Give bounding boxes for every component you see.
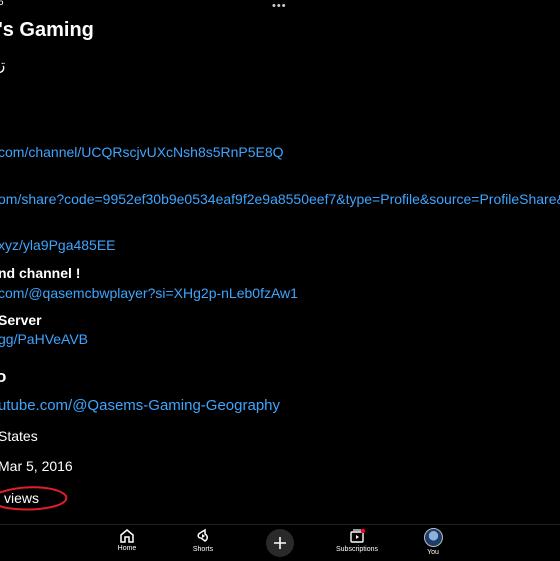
subscriptions-icon (350, 528, 366, 543)
nav-you-label: You (427, 549, 439, 556)
views-text: views (4, 490, 40, 506)
nav-shorts[interactable]: Shorts (168, 528, 238, 553)
nav-subscriptions[interactable]: Subscriptions (322, 528, 392, 553)
nav-home-label: Home (117, 545, 137, 552)
country-text: States (0, 428, 38, 444)
link-short[interactable]: xyz/yla9Pga485EE (0, 237, 116, 253)
channel-url-link[interactable]: utube.com/@Qasems-Gaming-Geography (0, 397, 280, 414)
avatar (423, 528, 443, 547)
joined-date: Mar 5, 2016 (0, 458, 73, 474)
home-icon (120, 529, 134, 543)
status-time: 6 (0, 0, 4, 8)
server-label: Server (0, 312, 42, 328)
channel-title: 's Gaming (0, 19, 94, 41)
shorts-icon (197, 528, 208, 542)
nav-subscriptions-label: Subscriptions (335, 546, 379, 553)
nav-you[interactable]: You (398, 528, 468, 556)
link-server[interactable]: gg/PaHVeAVB (0, 331, 88, 347)
more-info-heading: o (0, 367, 7, 386)
channel-glyph: ڗ (0, 57, 6, 74)
create-button[interactable] (266, 529, 294, 557)
more-options-icon[interactable]: ••• (272, 1, 287, 12)
link-channel[interactable]: com/channel/UCQRscjvUXcNsh8s5RnP5E8Q (0, 144, 284, 160)
second-channel-label: nd channel ! (0, 265, 81, 281)
link-share[interactable]: om/share?code=9952ef30b9e0534eaf9f2e9a85… (0, 191, 560, 207)
link-second-channel[interactable]: com/@qasemcbwplayer?si=XHg2p-nLeb0fzAw1 (0, 285, 298, 301)
nav-shorts-label: Shorts (192, 546, 214, 553)
views-annotation: views (0, 482, 73, 521)
nav-home[interactable]: Home (92, 528, 162, 552)
plus-icon (274, 537, 286, 549)
bottom-nav: Home Shorts Subscriptions You (0, 524, 560, 561)
